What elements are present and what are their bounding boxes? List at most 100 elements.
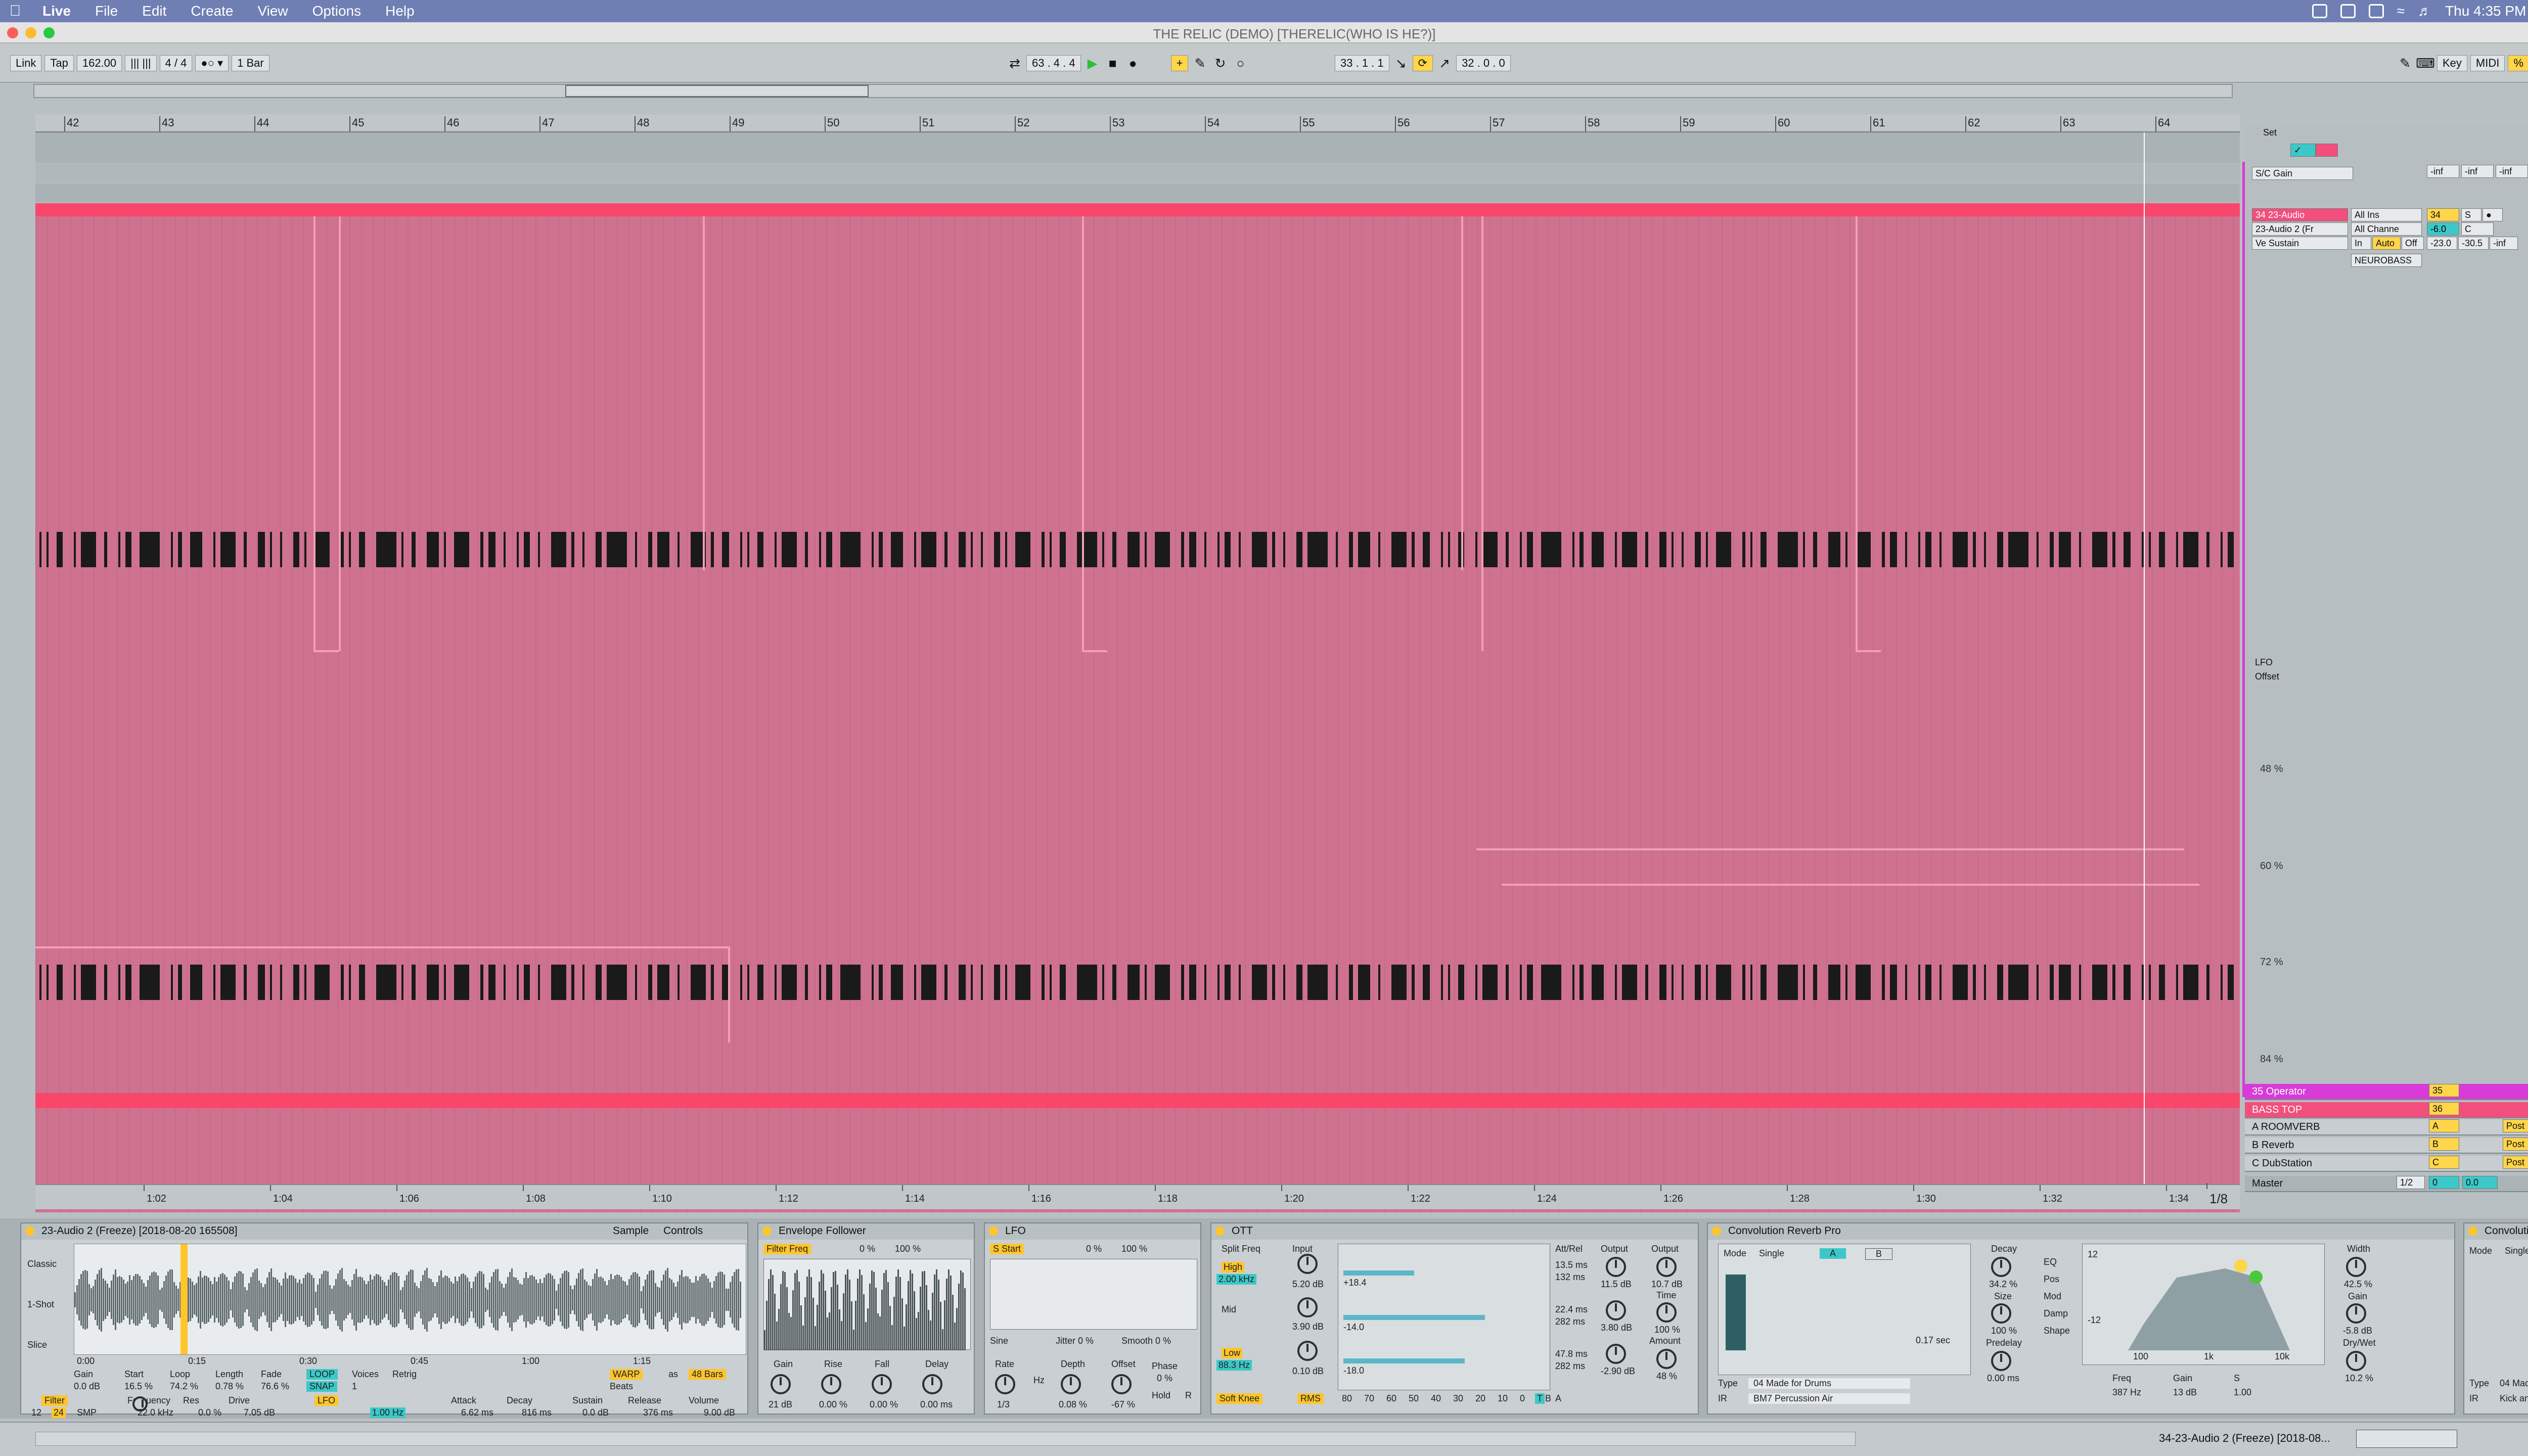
- sample-tab[interactable]: Sample: [613, 1223, 649, 1239]
- max-field[interactable]: 100 %: [895, 1244, 921, 1254]
- att-value[interactable]: 22.4 ms: [1555, 1304, 1588, 1315]
- min-field[interactable]: 0 %: [1086, 1244, 1102, 1254]
- decay-knob[interactable]: [1991, 1257, 2011, 1277]
- att-value[interactable]: 47.8 ms: [1555, 1349, 1588, 1359]
- position-field[interactable]: 63 . 4 . 4: [1026, 55, 1081, 71]
- automation-arm-icon[interactable]: ✎: [1191, 55, 1208, 72]
- tap-button[interactable]: Tap: [44, 55, 74, 71]
- mode-slice[interactable]: Slice: [27, 1340, 47, 1350]
- punch-in-icon[interactable]: ↘: [1392, 55, 1410, 72]
- return-track-b[interactable]: B Reverb: [2245, 1138, 2528, 1154]
- hz-button[interactable]: Hz: [1033, 1375, 1045, 1386]
- track-header-bass-top[interactable]: BASS TOP: [2245, 1102, 2528, 1118]
- fall-knob[interactable]: [872, 1374, 892, 1394]
- post-button[interactable]: Post: [2503, 1138, 2528, 1151]
- loop-length-field[interactable]: 32 . 0 . 0: [1456, 55, 1511, 71]
- computer-keyboard-icon[interactable]: ⌨: [2416, 55, 2435, 72]
- rise-knob[interactable]: [821, 1374, 841, 1394]
- offset-knob[interactable]: [1111, 1374, 1132, 1394]
- track-activator-36[interactable]: 36: [2429, 1102, 2459, 1115]
- input-channel-menu[interactable]: All Channe: [2351, 222, 2422, 236]
- link-button[interactable]: Link: [10, 55, 42, 71]
- clock[interactable]: Thu 4:35 PM: [2445, 3, 2526, 19]
- loop-switch-icon[interactable]: ⟳: [1412, 55, 1433, 71]
- device-title-bar[interactable]: LFO: [985, 1223, 1200, 1240]
- post-button[interactable]: Post: [2503, 1119, 2528, 1132]
- device-title-bar[interactable]: Envelope Follower: [758, 1223, 974, 1240]
- track-activator[interactable]: 34: [2427, 208, 2459, 221]
- ir-menu[interactable]: BM7 Percussion Air: [1748, 1393, 1910, 1404]
- envelope-follower-device[interactable]: Envelope Follower Filter Freq 0 % 100 % …: [757, 1222, 975, 1415]
- low-output-knob[interactable]: [1606, 1344, 1626, 1364]
- max-field[interactable]: 100 %: [1121, 1244, 1147, 1254]
- automation-envelope[interactable]: [313, 216, 315, 651]
- warp-button[interactable]: WARP: [610, 1369, 643, 1380]
- low-freq-field[interactable]: 88.3 Hz: [1216, 1360, 1252, 1371]
- metronome-icon[interactable]: ●○ ▾: [195, 55, 229, 71]
- track-header-operator[interactable]: 35 Operator: [2245, 1084, 2528, 1100]
- phase-value[interactable]: 0 %: [1157, 1373, 1172, 1384]
- high-freq-field[interactable]: 2.00 kHz: [1216, 1274, 1257, 1285]
- track-lane[interactable]: [35, 164, 2240, 183]
- key-map-button[interactable]: Key: [2437, 55, 2467, 71]
- delay-knob[interactable]: [922, 1374, 942, 1394]
- b-button[interactable]: B: [1545, 1393, 1551, 1404]
- session-record-icon[interactable]: ○: [1232, 55, 1249, 72]
- eq-band-handle[interactable]: [2234, 1259, 2247, 1272]
- convolution-reverb-device-2[interactable]: Convolution Rev Mode Single Type 04 Made…: [2463, 1222, 2528, 1415]
- menu-file[interactable]: File: [83, 3, 130, 19]
- loop-button[interactable]: LOOP: [306, 1369, 338, 1380]
- device-activator[interactable]: [762, 1226, 772, 1236]
- delete-icon[interactable]: [2316, 144, 2338, 157]
- overview-selection[interactable]: [565, 85, 869, 97]
- high-output-knob[interactable]: [1606, 1257, 1626, 1277]
- drywet-knob[interactable]: [2346, 1351, 2366, 1371]
- solo-button[interactable]: S: [2461, 208, 2481, 221]
- time-knob[interactable]: [1656, 1302, 1677, 1323]
- monitor-auto-button[interactable]: Auto: [2372, 237, 2401, 250]
- mode-menu[interactable]: Single: [2505, 1246, 2528, 1256]
- t-button[interactable]: T: [1535, 1393, 1545, 1404]
- jitter-field[interactable]: Jitter 0 %: [1056, 1336, 1094, 1346]
- return-track-a[interactable]: A ROOMVERB: [2245, 1119, 2528, 1135]
- device-chain-menu[interactable]: 23-Audio 2 (Fr: [2252, 222, 2348, 236]
- mid-input-knob[interactable]: [1297, 1297, 1318, 1317]
- snap-button[interactable]: SNAP: [306, 1381, 338, 1392]
- voices-value[interactable]: 1: [352, 1381, 357, 1392]
- status-icon[interactable]: [2312, 4, 2327, 18]
- operator-track-clip[interactable]: [35, 1093, 2240, 1108]
- slope-12[interactable]: 12: [31, 1407, 41, 1418]
- master-volume[interactable]: 0.0: [2462, 1176, 2498, 1189]
- monitor-off-button[interactable]: Off: [2402, 237, 2424, 250]
- ir-slot-b[interactable]: B: [1865, 1248, 1893, 1260]
- arm-button[interactable]: ●: [2482, 208, 2503, 221]
- quantize-menu[interactable]: 1 Bar: [232, 55, 269, 71]
- filter-toggle[interactable]: Filter: [41, 1395, 68, 1406]
- volume-icon[interactable]: ♬: [2418, 3, 2432, 19]
- type-menu[interactable]: 04 Made for Drums: [1748, 1378, 1910, 1389]
- dropbox-icon[interactable]: [2340, 4, 2356, 18]
- lfo-automation-line[interactable]: [35, 946, 728, 948]
- signature-field[interactable]: 4 / 4: [159, 55, 193, 71]
- mid-band-toggle[interactable]: Mid: [1222, 1304, 1236, 1315]
- send-field[interactable]: -23.0: [2427, 237, 2457, 250]
- lfo-toggle[interactable]: LFO: [314, 1395, 339, 1406]
- bars-field[interactable]: 48 Bars: [689, 1369, 727, 1380]
- device-title-bar[interactable]: OTT: [1211, 1223, 1698, 1240]
- map-target-button[interactable]: S Start: [990, 1244, 1024, 1254]
- ir-slot-a[interactable]: A: [1820, 1248, 1846, 1259]
- tab-shape[interactable]: Shape: [2044, 1326, 2070, 1336]
- beat-time-ruler[interactable]: 42 43 44 45 46 47 48 49 50 51 52 53 54 5…: [35, 114, 2240, 132]
- convolution-reverb-device[interactable]: Convolution Reverb Pro Mode Single A B 0…: [1707, 1222, 2455, 1415]
- start-value[interactable]: 16.5 %: [124, 1381, 153, 1392]
- sc-gain-menu[interactable]: S/C Gain: [2252, 167, 2353, 180]
- tab-mod[interactable]: Mod: [2044, 1291, 2061, 1302]
- att-value[interactable]: 13.5 ms: [1555, 1260, 1588, 1270]
- rel-value[interactable]: 282 ms: [1555, 1316, 1585, 1327]
- overdub-icon[interactable]: +: [1170, 55, 1189, 71]
- menu-app[interactable]: Live: [30, 3, 83, 19]
- re-enable-icon[interactable]: ↻: [1211, 55, 1229, 72]
- menu-view[interactable]: View: [245, 3, 300, 19]
- waveform-menu[interactable]: Sine: [990, 1336, 1008, 1346]
- simpler-device[interactable]: 23-Audio 2 (Freeze) [2018-08-20 165508] …: [20, 1222, 748, 1418]
